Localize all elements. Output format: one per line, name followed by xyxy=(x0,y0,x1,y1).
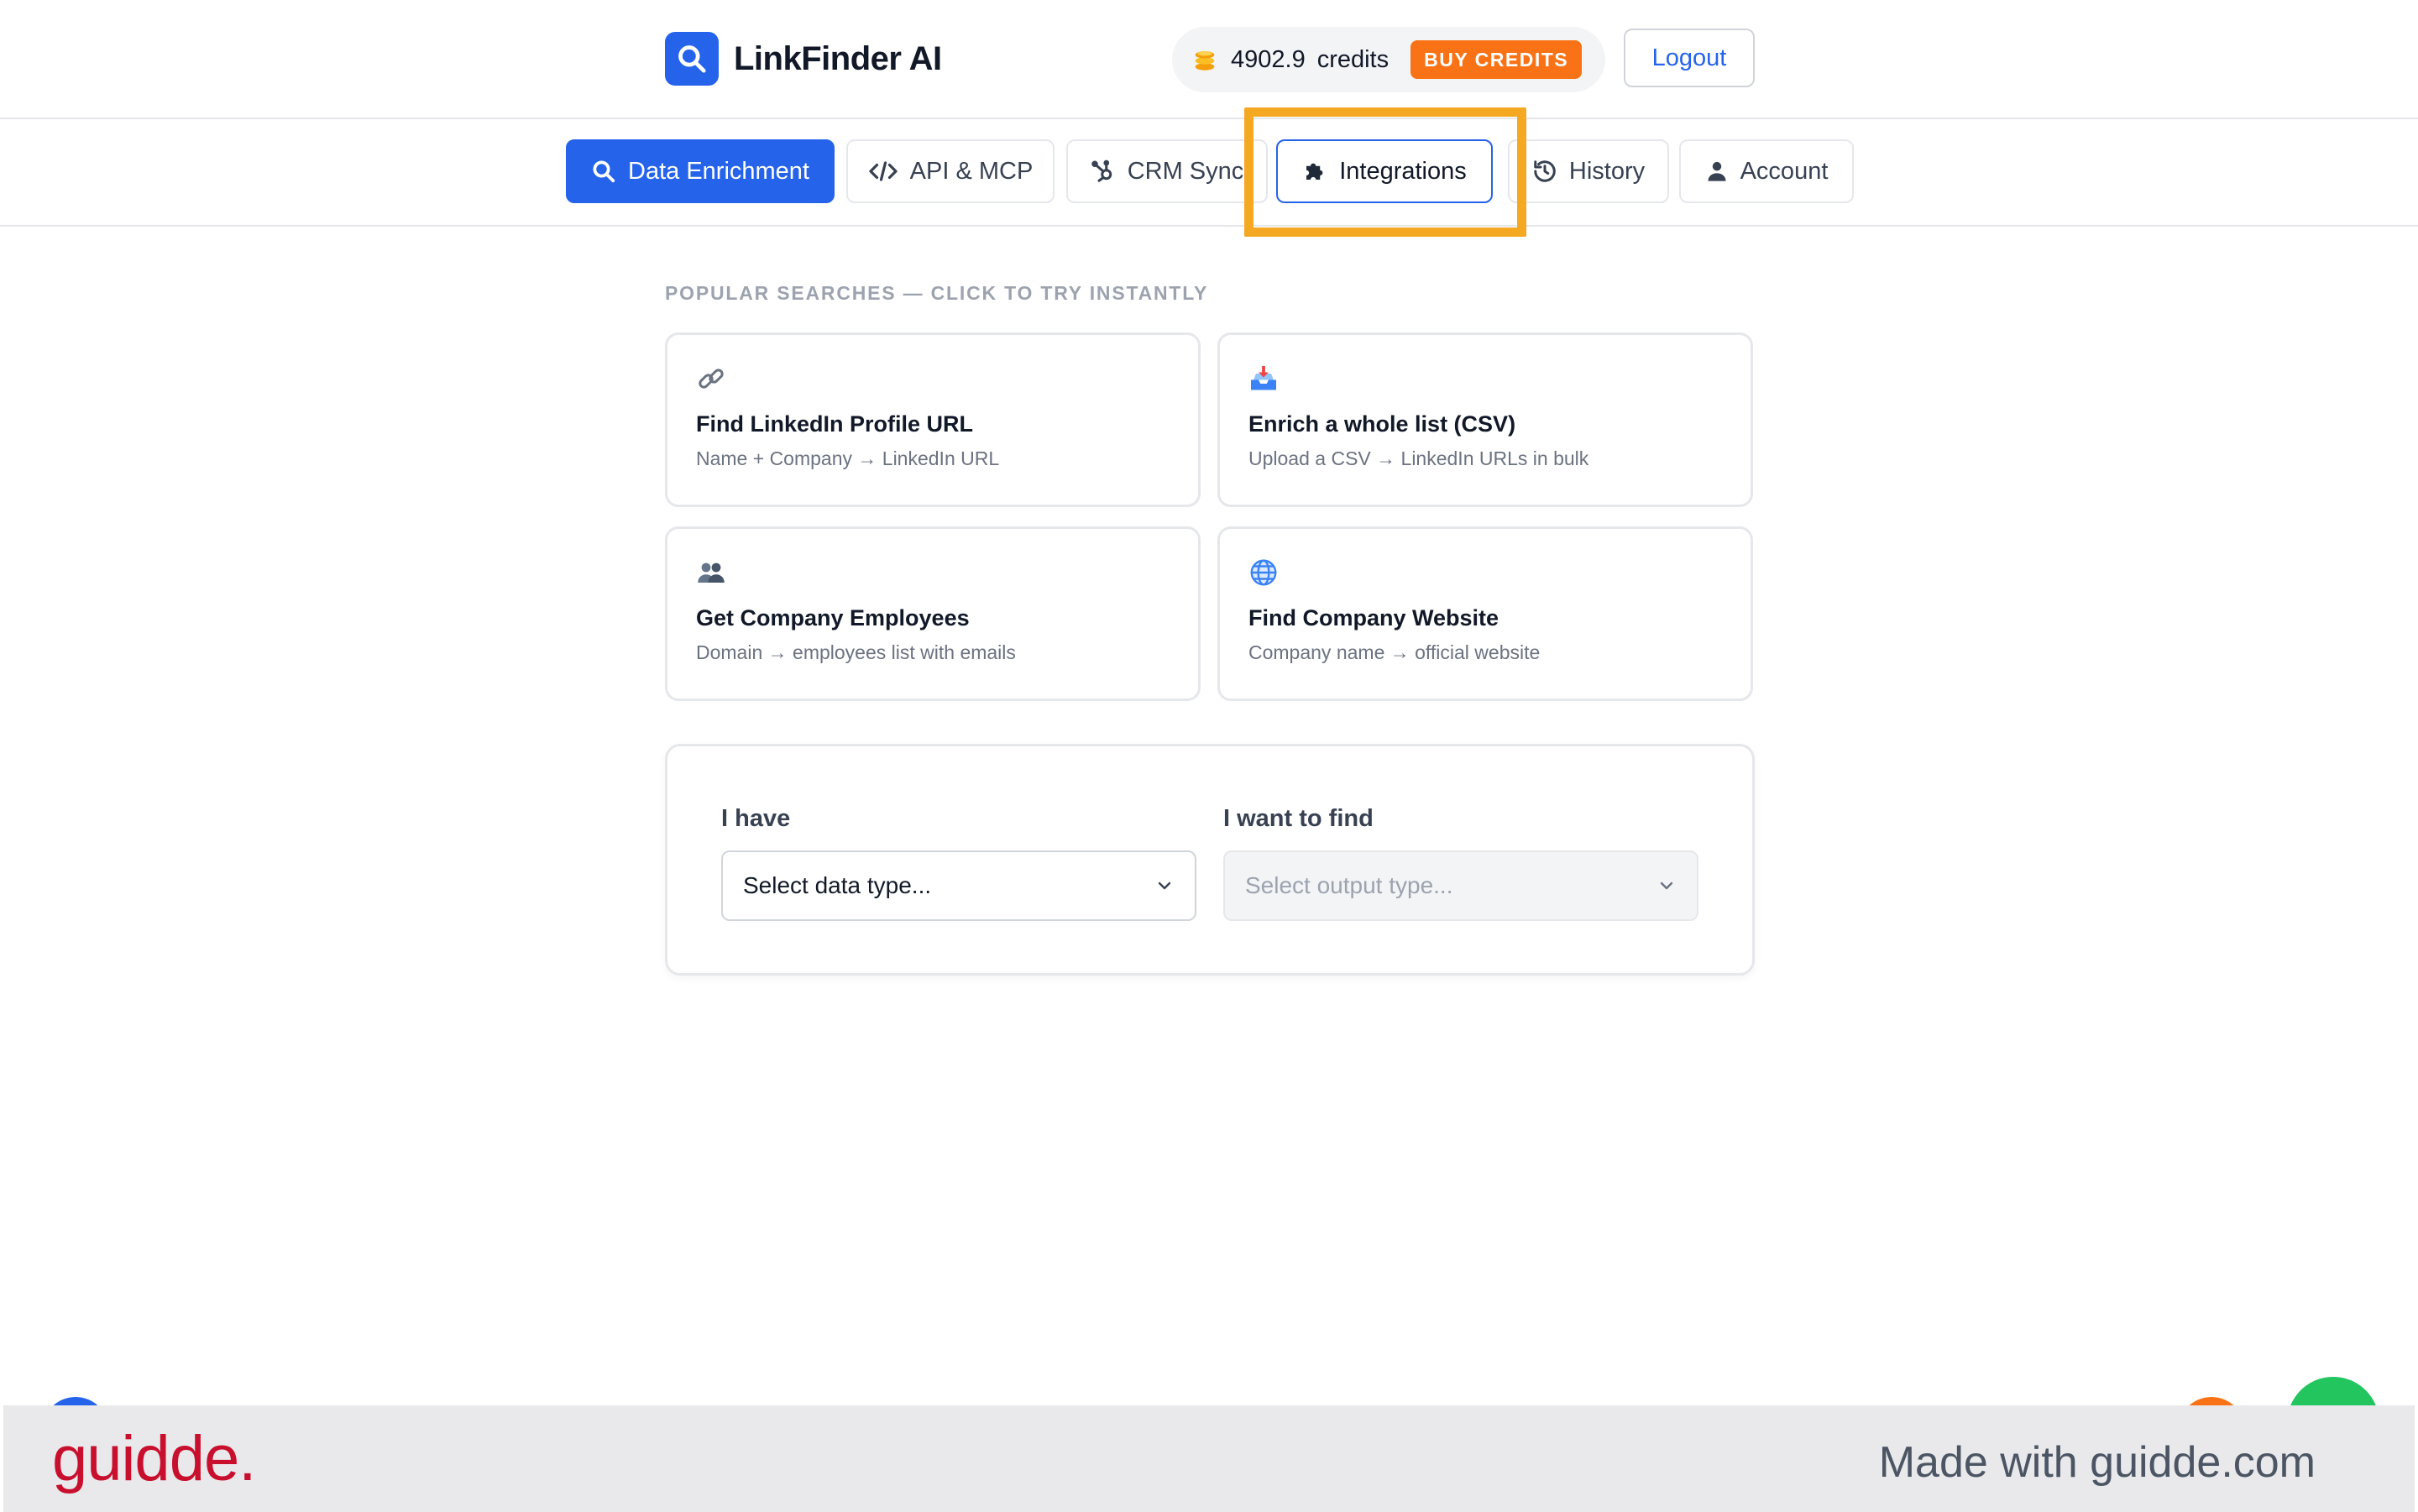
globe-icon xyxy=(1250,559,1277,586)
select-value: Select output type... xyxy=(1245,872,1453,898)
credits-pill: 4902.9 credits BUY CREDITS xyxy=(1172,27,1605,92)
search-form-card: I have Select data type... I want to fin… xyxy=(665,744,1755,976)
credits-amount: 4902.9 xyxy=(1231,45,1306,73)
tab-crm-sync[interactable]: CRM Sync xyxy=(1066,139,1268,203)
chevron-down-icon xyxy=(1158,882,1171,890)
inbox-tray-icon xyxy=(1251,366,1276,390)
top-header: LinkFinder AI 4902.9 credits BUY CREDITS… xyxy=(0,0,2418,119)
puzzle-icon xyxy=(1306,163,1323,180)
output-type-select[interactable]: Select output type... xyxy=(1223,850,1698,921)
card-title: Enrich a whole list (CSV) xyxy=(1248,411,1516,437)
card-description: Company name → official website xyxy=(1248,641,1541,663)
user-icon xyxy=(1708,161,1726,181)
data-type-select[interactable]: Select data type... xyxy=(721,850,1196,921)
card-title: Find LinkedIn Profile URL xyxy=(696,411,973,437)
people-icon xyxy=(698,562,725,583)
app-name: LinkFinder AI xyxy=(734,39,942,77)
tab-bar: Data Enrichment API & MCP CRM Sync Integ… xyxy=(0,119,2418,227)
tab-history[interactable]: History xyxy=(1508,139,1669,203)
i-want-to-find-label: I want to find xyxy=(1223,805,1374,832)
card-description: Upload a CSV → LinkedIn URLs in bulk xyxy=(1248,447,1589,469)
card-description: Name + Company → LinkedIn URL xyxy=(696,447,1000,469)
card-title: Get Company Employees xyxy=(696,605,970,630)
card-title: Find Company Website xyxy=(1248,605,1499,630)
card-company-website[interactable]: Find Company Website Company name → offi… xyxy=(1217,526,1753,701)
tab-integrations[interactable]: Integrations xyxy=(1276,139,1493,203)
link-icon xyxy=(699,369,724,389)
guidde-footer: guidde. Made with guidde.com xyxy=(3,1405,2415,1512)
card-enrich-csv[interactable]: Enrich a whole list (CSV) Upload a CSV →… xyxy=(1217,332,1753,507)
made-with-text: Made with guidde.com xyxy=(1878,1438,2316,1487)
history-icon xyxy=(1534,160,1556,182)
card-description: Domain → employees list with emails xyxy=(696,641,1016,663)
brand[interactable]: LinkFinder AI xyxy=(665,32,942,86)
coins-icon xyxy=(1195,51,1215,71)
tab-account[interactable]: Account xyxy=(1679,139,1854,203)
logout-button[interactable]: Logout xyxy=(1624,29,1755,87)
tab-label: CRM Sync xyxy=(1127,157,1244,185)
buy-credits-button[interactable]: BUY CREDITS xyxy=(1410,40,1583,79)
tab-api-mcp[interactable]: API & MCP xyxy=(846,139,1055,203)
code-icon xyxy=(869,161,898,181)
guidde-logo: guidde. xyxy=(52,1423,256,1494)
search-icon xyxy=(593,160,615,183)
tab-label: History xyxy=(1568,157,1646,185)
hubspot-icon xyxy=(1091,160,1112,182)
chevron-down-icon xyxy=(1660,882,1673,890)
search-icon xyxy=(665,32,719,86)
card-company-employees[interactable]: Get Company Employees Domain → employees… xyxy=(665,526,1201,701)
credits-unit: credits xyxy=(1316,45,1390,73)
tab-label: Integrations xyxy=(1339,157,1467,185)
tab-label: Data Enrichment xyxy=(628,157,809,185)
tab-data-enrichment[interactable]: Data Enrichment xyxy=(566,139,835,203)
card-find-linkedin-url[interactable]: Find LinkedIn Profile URL Name + Company… xyxy=(665,332,1201,507)
i-have-label: I have xyxy=(721,805,791,832)
tab-label: Account xyxy=(1740,157,1829,185)
popular-searches-title: POPULAR SEARCHES — CLICK TO TRY INSTANTL… xyxy=(665,282,1209,304)
select-value: Select data type... xyxy=(743,872,932,898)
tab-label: API & MCP xyxy=(909,157,1034,185)
